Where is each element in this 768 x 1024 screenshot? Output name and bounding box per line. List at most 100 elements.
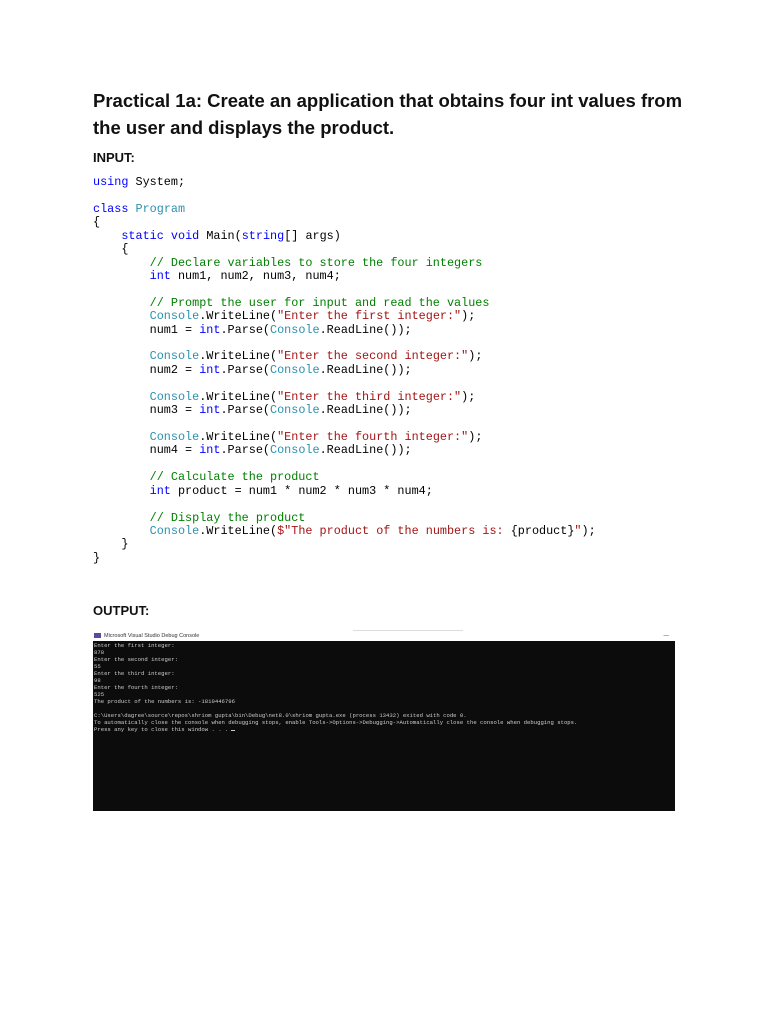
minimize-button[interactable]: —: [664, 632, 670, 641]
document-page: Practical 1a: Create an application that…: [0, 0, 768, 1024]
code-token: // Prompt the user for input and read th…: [149, 295, 490, 310]
code-token: Console: [270, 403, 320, 418]
code-token: // Calculate the product: [149, 470, 320, 485]
console-line: Enter the fourth integer:: [94, 684, 675, 691]
page-title: Practical 1a: Create an application that…: [93, 90, 683, 138]
code-token: );: [461, 309, 476, 324]
code-token: .WriteLine(: [199, 309, 278, 324]
code-line: static void Main(string[] args): [93, 228, 596, 243]
code-block: using System; class Program { static void …: [93, 175, 596, 565]
code-token: "Enter the second integer:": [277, 349, 469, 364]
console-line: To automatically close the console when …: [94, 719, 675, 726]
code-token: string: [241, 228, 285, 243]
console-line-text: To automatically close the console when …: [94, 719, 578, 726]
code-token: int: [199, 362, 221, 377]
code-line: // Prompt the user for input and read th…: [93, 295, 596, 310]
code-line: num4 = int.Parse(Console.ReadLine());: [93, 444, 596, 457]
code-token: .Parse(: [220, 403, 271, 418]
code-token: );: [468, 430, 483, 445]
code-token: }: [93, 537, 129, 552]
output-heading: OUTPUT:: [93, 603, 150, 618]
code-token: int: [199, 443, 221, 458]
code-token: num3 =: [93, 403, 200, 418]
code-token: class: [93, 201, 129, 216]
console-window: Microsoft Visual Studio Debug Console — …: [93, 630, 675, 811]
console-line: Press any key to close this window . . .: [94, 726, 675, 733]
code-line: }: [93, 538, 596, 551]
divider: [353, 630, 463, 631]
console-title-bar: Microsoft Visual Studio Debug Console —: [93, 630, 675, 641]
code-line: Console.WriteLine("Enter the fourth inte…: [93, 430, 596, 445]
console-line: 878: [94, 649, 675, 656]
code-token: int: [149, 268, 171, 283]
console-line: C:\Users\dagree\source\repos\shriom gupt…: [94, 712, 675, 719]
console-line: Enter the first integer:: [94, 642, 675, 649]
code-token: "Enter the first integer:": [277, 309, 462, 324]
code-token: ": [574, 523, 582, 538]
code-line: class Program: [93, 201, 596, 216]
code-token: Main(: [199, 228, 242, 243]
console-line-text: Enter the second integer:: [94, 656, 178, 663]
code-token: $"The product of the numbers is:: [277, 523, 511, 538]
code-token: static: [121, 228, 164, 243]
code-token: .WriteLine(: [199, 349, 278, 364]
console-line-text: Press any key to close this window . . .: [94, 726, 229, 733]
console-line-text: 878: [94, 649, 105, 656]
console-line-text: 98: [94, 677, 101, 684]
code-token: .WriteLine(: [199, 523, 278, 538]
code-token: product = num1 * num2 * num3 * num4;: [170, 483, 433, 498]
code-token: Console: [149, 309, 200, 324]
code-token: Console: [270, 322, 320, 337]
code-line: num3 = int.Parse(Console.ReadLine());: [93, 403, 596, 418]
code-token: {product}: [510, 523, 575, 538]
code-token: "Enter the third integer:": [277, 389, 462, 404]
code-line: int num1, num2, num3, num4;: [93, 268, 596, 283]
console-line-text: 55: [94, 663, 101, 670]
console-line-text: Enter the fourth integer:: [94, 684, 178, 691]
code-token: num2 =: [93, 362, 200, 377]
console-line-text: Enter the first integer:: [94, 642, 175, 649]
code-token: );: [581, 523, 596, 538]
code-line: using System;: [93, 175, 596, 189]
code-line: // Calculate the product: [93, 471, 596, 484]
code-token: .WriteLine(: [199, 430, 278, 445]
code-token: Console: [149, 389, 200, 404]
code-token: num1, num2, num3, num4;: [170, 268, 341, 283]
cursor: [231, 729, 236, 731]
code-line: Console.WriteLine("Enter the first integ…: [93, 310, 596, 323]
code-token: );: [468, 349, 483, 364]
code-token: int: [199, 322, 221, 337]
code-line: }: [93, 550, 596, 565]
code-line: {: [93, 242, 596, 257]
code-token: {: [93, 242, 129, 257]
console-line: Enter the second integer:: [94, 656, 675, 663]
code-token: );: [461, 389, 476, 404]
console-app-icon: [94, 633, 101, 639]
code-token: .ReadLine());: [319, 403, 412, 418]
code-token: Program: [135, 201, 186, 216]
code-token: .ReadLine());: [319, 322, 412, 337]
code-line: // Display the product: [93, 511, 596, 525]
code-token: .ReadLine());: [319, 443, 412, 458]
code-line: num1 = int.Parse(Console.ReadLine());: [93, 322, 596, 337]
code-token: num1 =: [93, 322, 200, 337]
code-token: Console: [270, 443, 320, 458]
code-token: }: [93, 550, 101, 565]
console-line: 98: [94, 677, 675, 684]
code-token: System;: [128, 175, 186, 189]
code-token: [] args): [284, 228, 341, 243]
